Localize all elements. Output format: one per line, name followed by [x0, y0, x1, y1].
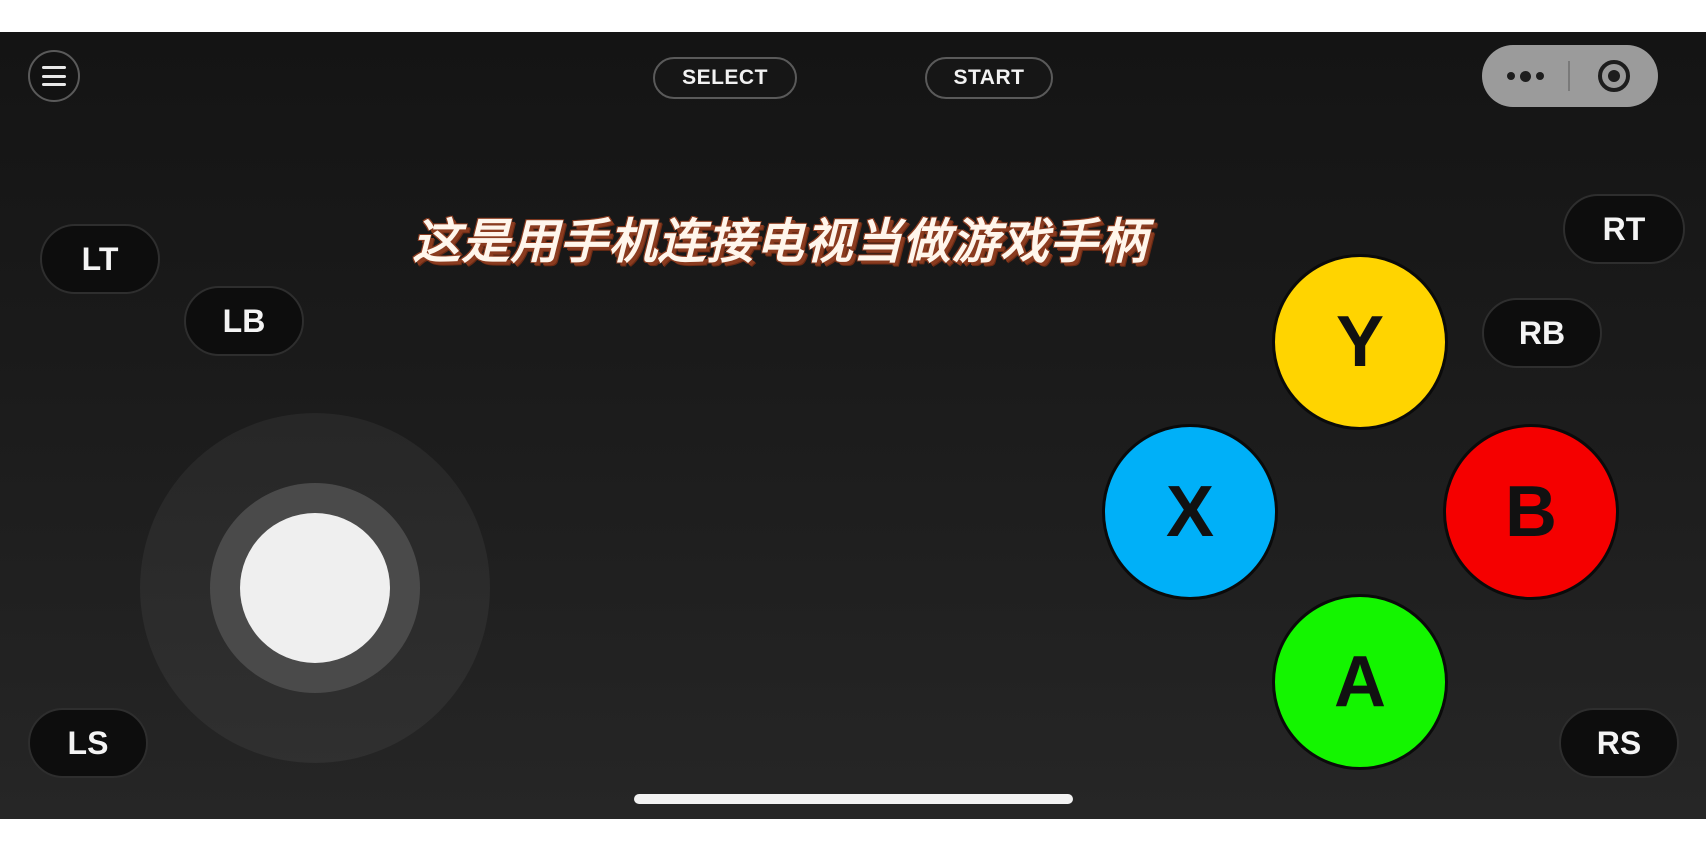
left-joystick-base [140, 413, 490, 763]
x-button[interactable]: X [1102, 424, 1278, 600]
rs-button[interactable]: RS [1559, 708, 1679, 778]
gamepad-screen: SELECT START 这是用手机连接电视当做游戏手柄 LT LB LS RT… [0, 32, 1706, 819]
hamburger-menu-icon [42, 66, 66, 86]
ls-button[interactable]: LS [28, 708, 148, 778]
home-indicator[interactable] [634, 794, 1073, 804]
close-button[interactable] [1570, 45, 1658, 107]
menu-button[interactable] [28, 50, 80, 102]
rb-button[interactable]: RB [1482, 298, 1602, 368]
start-button[interactable]: START [925, 57, 1053, 99]
joystick-knob[interactable] [240, 513, 390, 663]
rt-button[interactable]: RT [1563, 194, 1685, 264]
a-button[interactable]: A [1272, 594, 1448, 770]
b-button[interactable]: B [1443, 424, 1619, 600]
close-target-icon [1598, 60, 1630, 92]
miniprogram-capsule [1482, 45, 1658, 107]
select-button[interactable]: SELECT [653, 57, 797, 99]
more-dots-icon [1506, 72, 1515, 80]
y-button[interactable]: Y [1272, 254, 1448, 430]
more-button[interactable] [1482, 45, 1568, 107]
lt-button[interactable]: LT [40, 224, 160, 294]
left-joystick[interactable] [210, 483, 420, 693]
lb-button[interactable]: LB [184, 286, 304, 356]
